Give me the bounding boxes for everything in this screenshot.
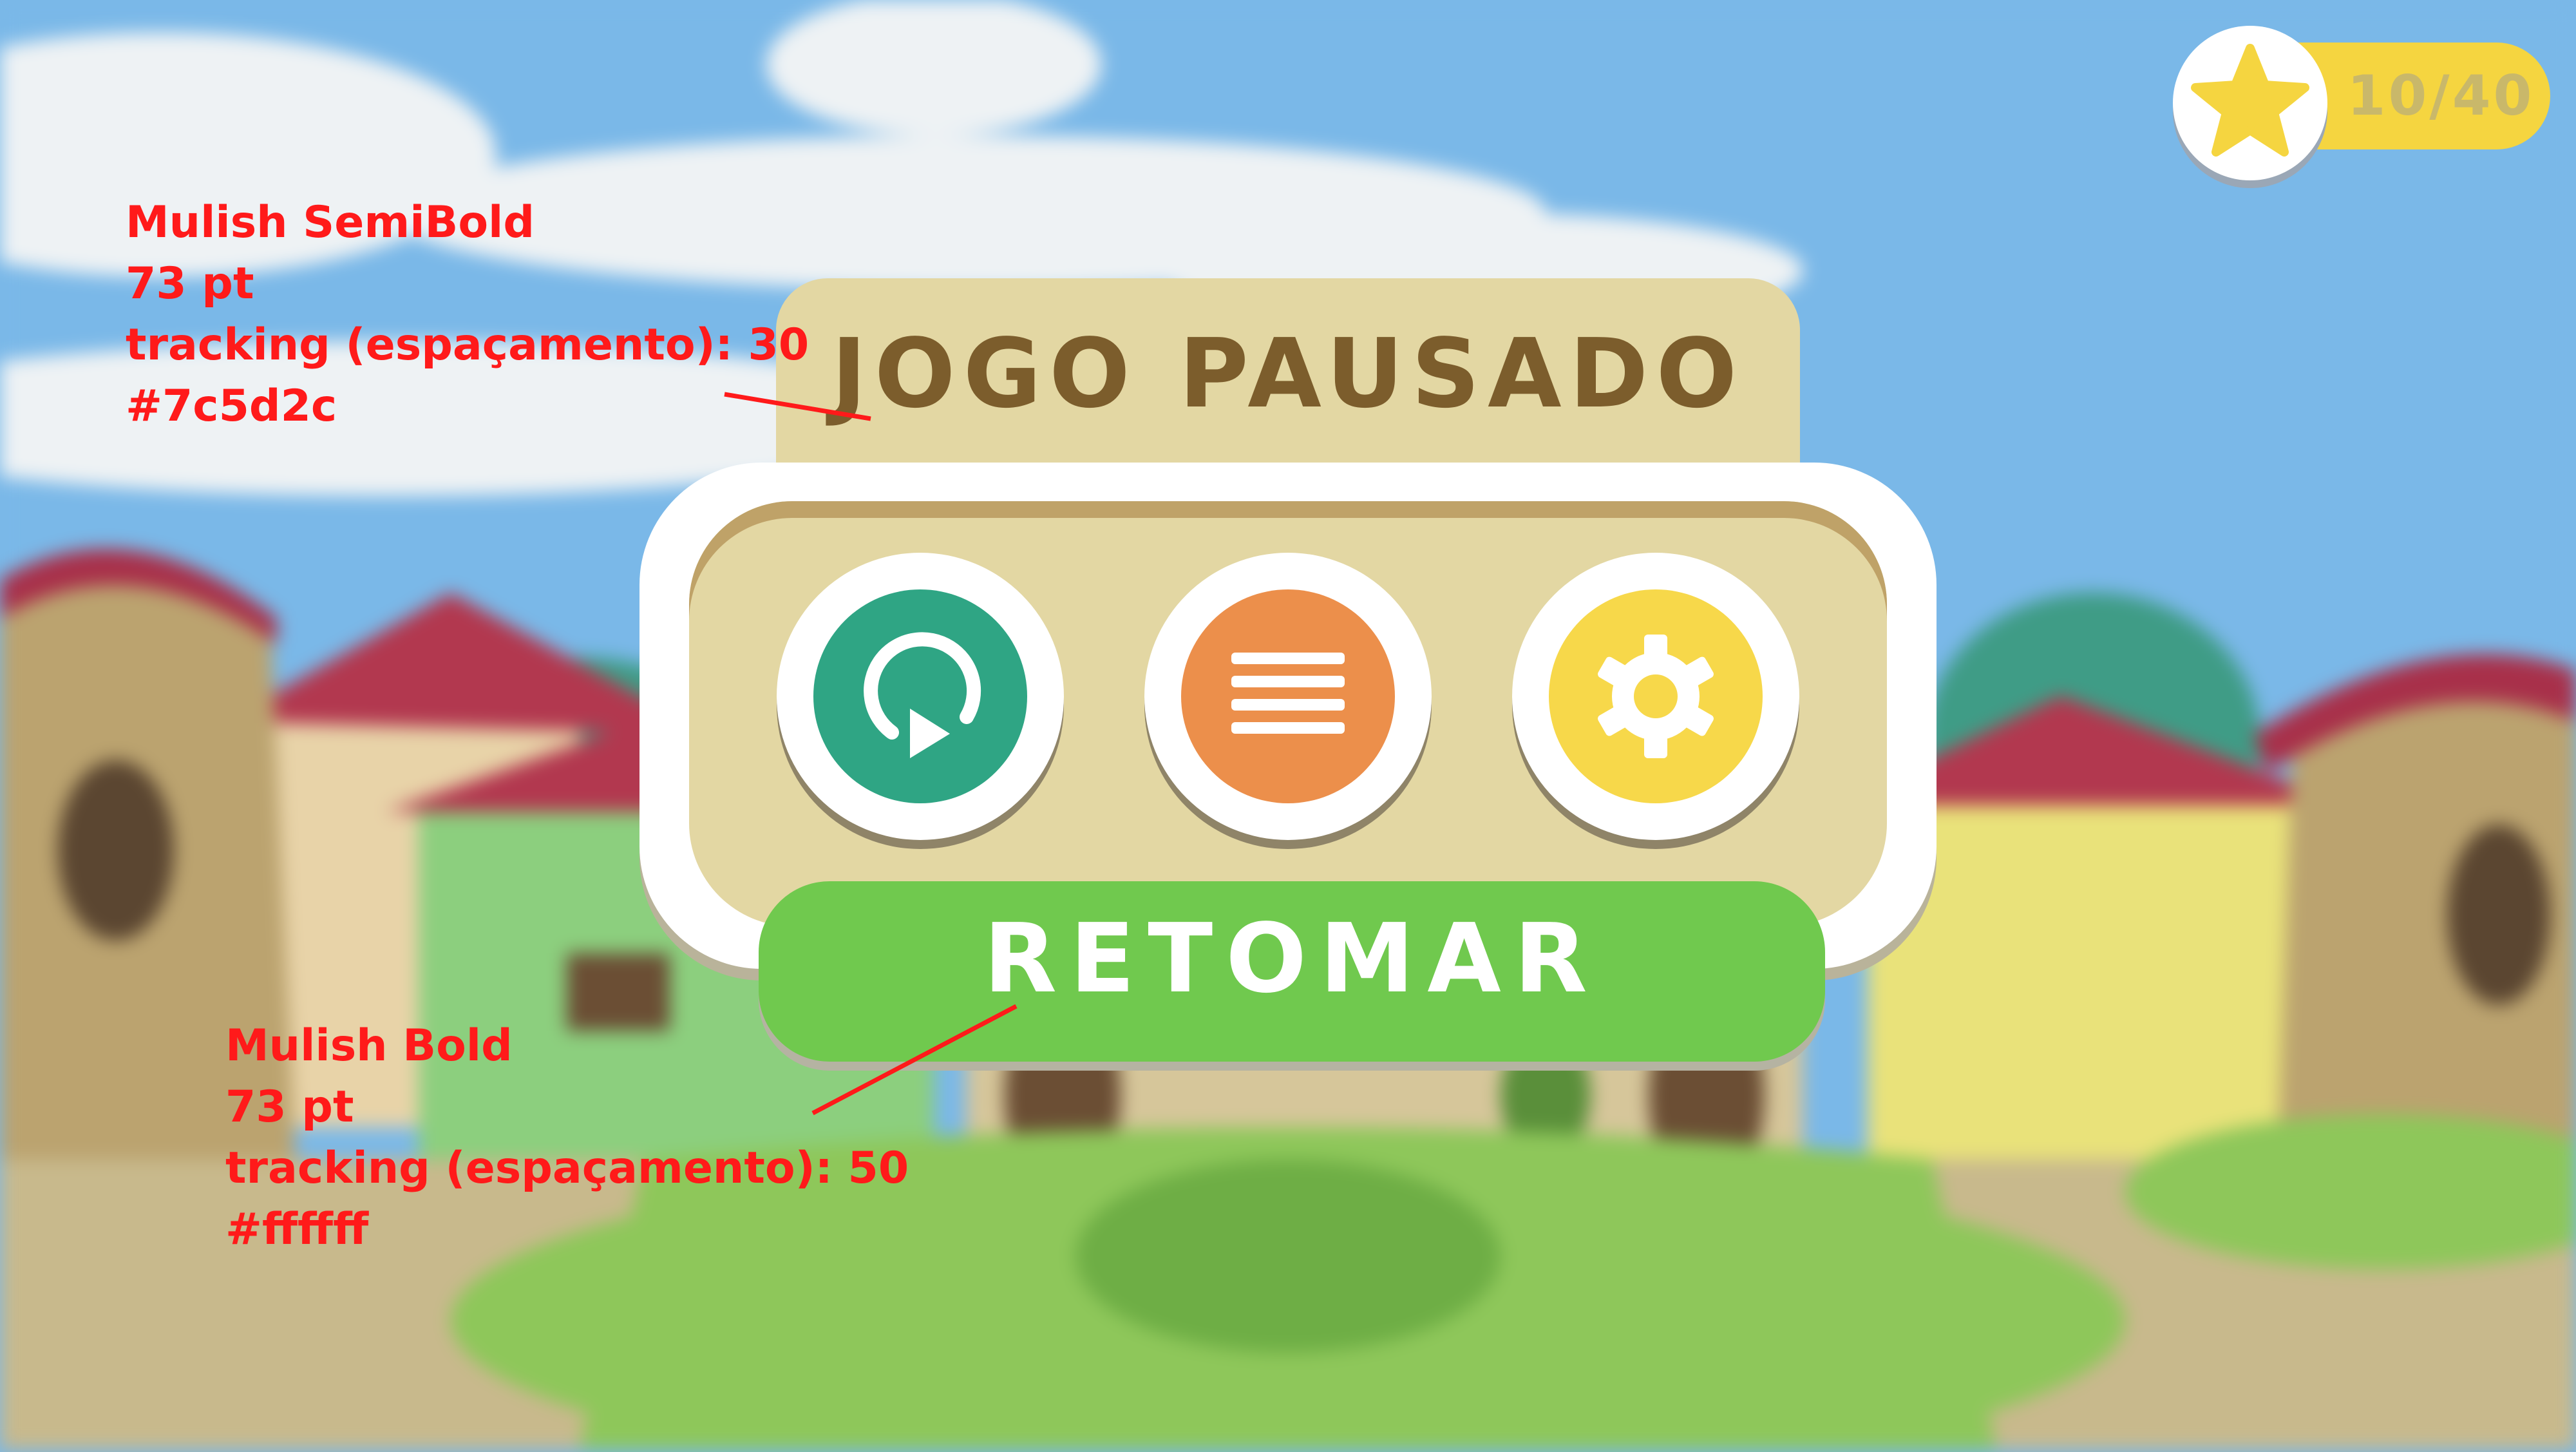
resume-leader-line xyxy=(811,1004,1018,1116)
annotation-leader-lines xyxy=(724,392,1018,1116)
title-leader-line xyxy=(724,392,871,421)
